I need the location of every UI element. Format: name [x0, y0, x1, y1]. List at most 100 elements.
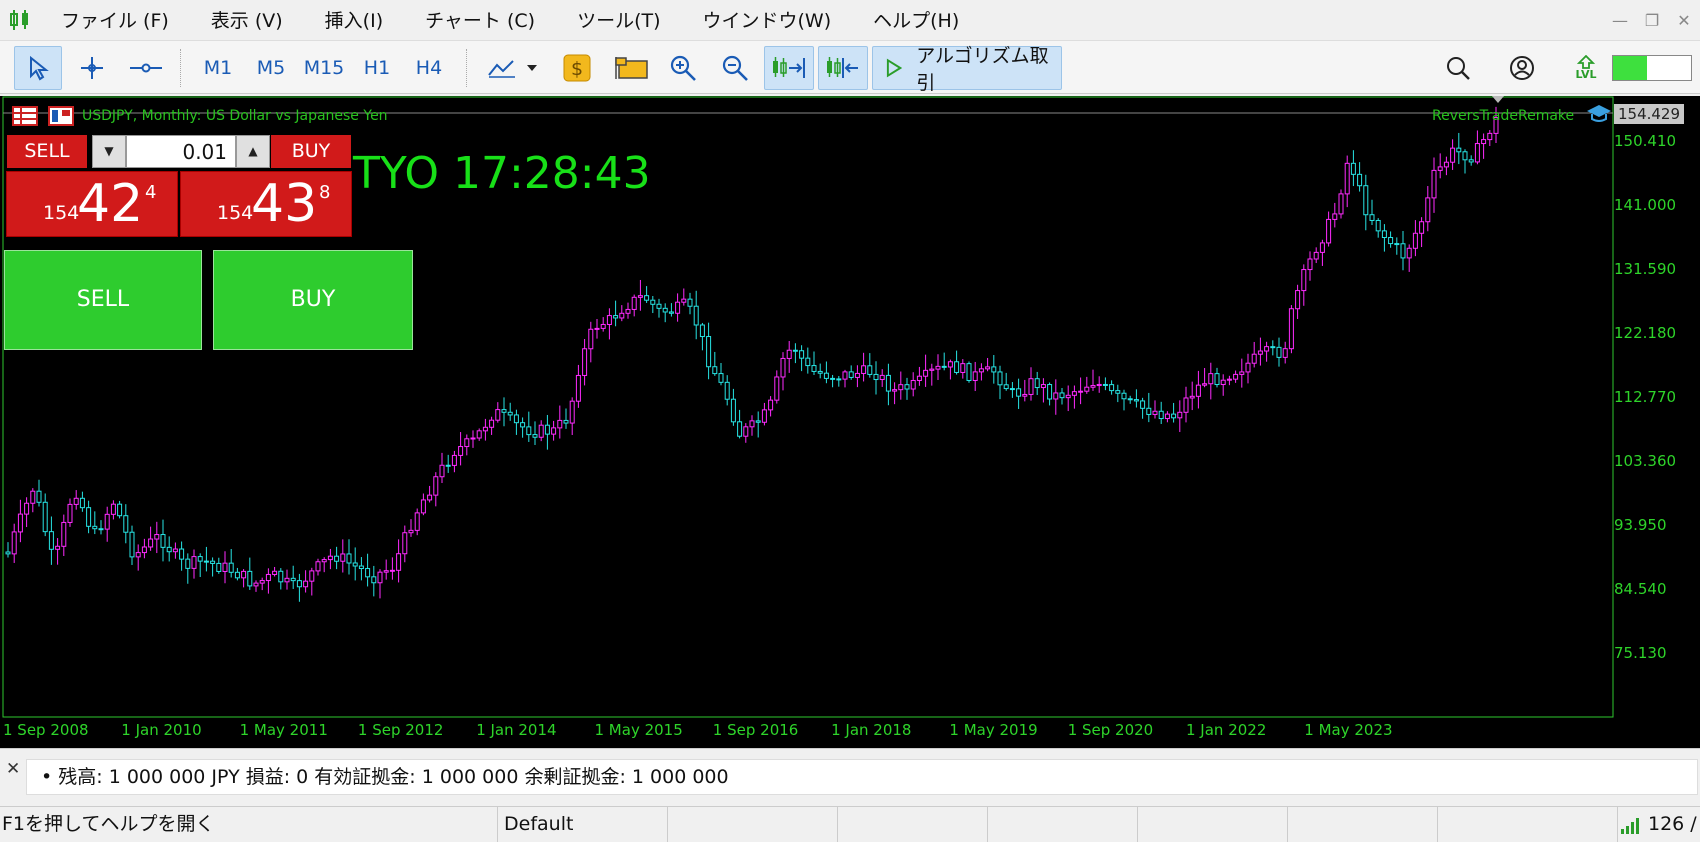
candle-body: [885, 374, 891, 392]
chart-table-icon[interactable]: [12, 106, 38, 130]
candle-body: [129, 531, 135, 558]
candle-body: [61, 521, 67, 547]
candle-body: [687, 298, 693, 307]
timeframe-h1[interactable]: H1: [356, 46, 398, 90]
candle-body: [947, 361, 953, 368]
candle-body: [941, 365, 947, 368]
price-axis-label: 84.540: [1614, 580, 1667, 598]
candle-body: [365, 568, 371, 578]
candle-body: [997, 371, 1003, 386]
candle-body: [210, 560, 216, 564]
status-profile[interactable]: Default: [498, 807, 668, 842]
timeframe-h4[interactable]: H4: [408, 46, 450, 90]
candle-body: [823, 372, 829, 379]
search-button[interactable]: [1440, 46, 1476, 90]
menu-file[interactable]: ファイル (F): [40, 0, 190, 40]
timeframe-m1[interactable]: M1: [198, 46, 238, 90]
candle-body: [761, 409, 767, 423]
candle-body: [1456, 147, 1462, 153]
candle-body: [520, 422, 526, 428]
hline-tool-button[interactable]: [122, 46, 170, 90]
candle-body: [1233, 373, 1239, 380]
candle-body: [1140, 400, 1146, 409]
candle-body: [1053, 392, 1059, 400]
account-summary-row[interactable]: • 残高: 1 000 000 JPY 損益: 0 有効証拠金: 1 000 0…: [26, 759, 1698, 795]
status-cell: [668, 807, 838, 842]
sell-quote[interactable]: 154 42 4: [6, 171, 178, 237]
candle-body: [1226, 378, 1232, 381]
zoom-in-button[interactable]: [662, 46, 704, 90]
candle-body: [414, 512, 420, 531]
menu-tools[interactable]: ツール(T): [556, 0, 681, 40]
menu-view[interactable]: 表示 (V): [190, 0, 304, 40]
candle-body: [30, 490, 36, 504]
crosshair-tool-button[interactable]: [68, 46, 116, 90]
menu-insert[interactable]: 挿入(I): [304, 0, 404, 40]
candle-body: [1028, 378, 1034, 395]
current-price-label: 154.429: [1614, 104, 1684, 124]
candle-body: [1276, 346, 1282, 358]
templates-button[interactable]: [608, 46, 654, 90]
candle-body: [464, 438, 470, 448]
candle-body: [358, 565, 364, 570]
close-icon[interactable]: ✕: [6, 759, 20, 779]
lot-size-input[interactable]: [126, 135, 236, 168]
account-button[interactable]: [1504, 46, 1540, 90]
candle-body: [569, 400, 575, 424]
candle-body: [935, 365, 941, 370]
auto-scroll-button[interactable]: [764, 46, 814, 90]
candle-body: [1363, 185, 1369, 216]
cursor-tool-button[interactable]: [14, 46, 62, 90]
timeframe-m5[interactable]: M5: [250, 46, 292, 90]
signals-level-button[interactable]: LVL: [1568, 46, 1604, 90]
lot-increase-button[interactable]: ▲: [236, 135, 270, 168]
minimize-button[interactable]: —: [1604, 0, 1636, 40]
candle-body: [1158, 410, 1164, 420]
candle-body: [383, 570, 389, 573]
candle-body: [923, 369, 929, 377]
lot-decrease-button[interactable]: ▼: [92, 135, 126, 168]
timeframe-m15[interactable]: M15: [302, 46, 346, 90]
candle-body: [712, 366, 718, 375]
algo-trading-button[interactable]: アルゴリズム取引: [872, 45, 1062, 94]
svg-text:$: $: [571, 58, 583, 80]
ea-buy-button[interactable]: BUY: [213, 250, 413, 350]
menu-chart[interactable]: チャート (C): [404, 0, 556, 40]
date-axis-label: 1 May 2015: [594, 721, 683, 739]
zoom-out-button[interactable]: [714, 46, 756, 90]
chart-area[interactable]: USDJPY, Monthly: US Dollar vs Japanese Y…: [0, 96, 1700, 748]
chart-shift-button[interactable]: [818, 46, 868, 90]
one-click-sell-button[interactable]: SELL: [7, 135, 87, 168]
candle-body: [420, 499, 426, 514]
price-axis-label: 150.410: [1614, 132, 1677, 150]
candle-body: [749, 420, 755, 428]
candle-body: [408, 529, 414, 534]
trade-button[interactable]: $: [558, 46, 596, 90]
candle-body: [1288, 308, 1294, 350]
buy-quote[interactable]: 154 43 8: [180, 171, 352, 237]
candle-body: [706, 336, 712, 368]
candle-body: [637, 295, 643, 298]
candle-body: [1270, 346, 1276, 349]
menu-window[interactable]: ウインドウ(W): [682, 0, 853, 40]
graduation-cap-icon[interactable]: [1586, 104, 1612, 128]
candle-body: [1425, 197, 1431, 223]
close-button[interactable]: ✕: [1668, 0, 1700, 40]
depth-of-market-icon[interactable]: [48, 106, 74, 130]
ea-sell-button[interactable]: SELL: [4, 250, 202, 350]
restore-button[interactable]: ❐: [1636, 0, 1668, 40]
candle-body: [1146, 407, 1152, 415]
indicators-dropdown-button[interactable]: [482, 46, 544, 90]
candle-body: [1450, 147, 1456, 163]
candle-body: [1040, 384, 1046, 389]
candle-body: [489, 419, 495, 428]
price-axis-label: 103.360: [1614, 452, 1677, 470]
one-click-buy-button[interactable]: BUY: [271, 135, 351, 168]
candle-body: [842, 371, 848, 380]
candle-body: [1245, 362, 1251, 373]
candle-body: [104, 513, 110, 530]
candle-body: [693, 305, 699, 326]
candle-body: [985, 366, 991, 370]
candle-body: [1009, 388, 1015, 391]
menu-help[interactable]: ヘルプ(H): [852, 0, 980, 40]
